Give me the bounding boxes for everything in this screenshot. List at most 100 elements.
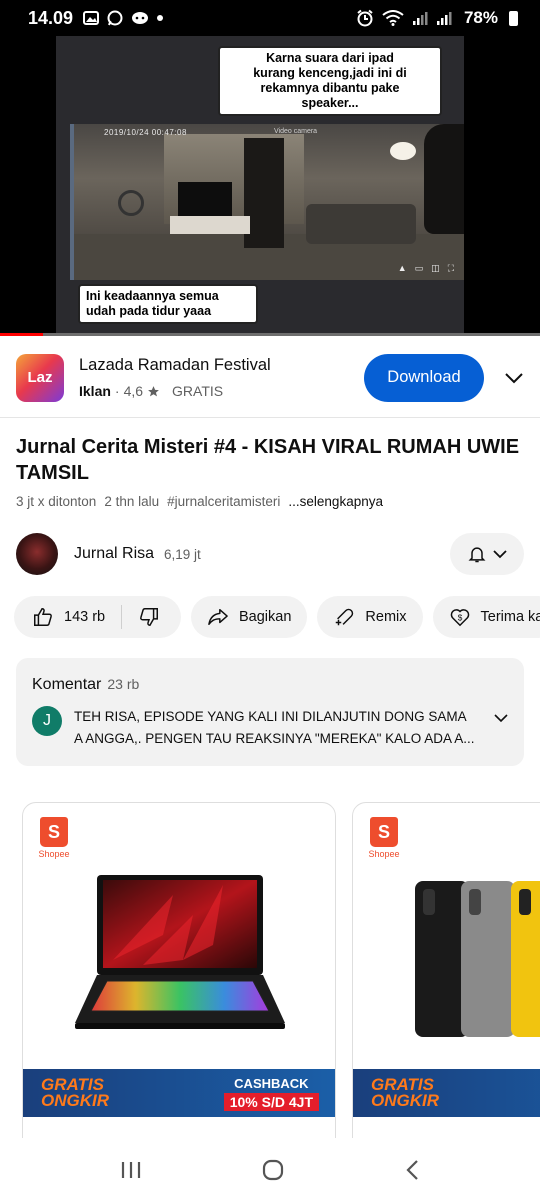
channel-name[interactable]: Jurnal Risa — [74, 545, 154, 563]
shopee-label: Shopee — [368, 849, 400, 859]
cctv-controls: ▲ ▭ ◫ ⛶ — [398, 263, 454, 274]
ad-expand-button[interactable] — [484, 372, 524, 384]
product-card[interactable]: S Shopee GRATIS ONGKIR CASHBACK 10% S/D … — [22, 802, 336, 1138]
remix-button[interactable]: Remix — [317, 596, 423, 638]
cctv-footage: 2019/10/24 00:47:08 Video camera ▲ ▭ ◫ ⛶ — [70, 124, 464, 280]
wifi-icon — [382, 10, 404, 26]
phone-image — [415, 881, 540, 1037]
cctv-ctrl-icon: ▭ — [414, 263, 424, 273]
like-dislike-group: 143 rb — [14, 596, 181, 638]
video-caption-top: Karna suara dari ipad kurang kenceng,jad… — [218, 46, 442, 116]
back-icon[interactable] — [404, 1159, 420, 1181]
svg-text:$: $ — [457, 614, 462, 623]
cloud-message-icon — [132, 12, 149, 24]
laptop-image — [75, 875, 285, 1029]
comments-count: 23 rb — [107, 676, 140, 692]
chevron-down-icon — [505, 372, 523, 383]
comment-line-1: TEH RISA, EPISODE YANG KALI INI DILANJUT… — [74, 709, 467, 724]
video-meta[interactable]: 3 jt x ditonton 2 thn lalu #jurnalcerita… — [16, 494, 383, 509]
ad-badge: Iklan — [79, 383, 111, 399]
video-caption-bottom: Ini keadaannya semua udah pada tidur yaa… — [78, 284, 258, 324]
commenter-avatar: J — [32, 706, 62, 736]
image-icon — [83, 11, 100, 25]
remix-label: Remix — [365, 609, 407, 625]
shopee-label: Shopee — [38, 849, 70, 859]
comments-label: Komentar — [32, 676, 102, 693]
cctv-camera-label: Video camera — [274, 128, 318, 135]
battery-percent: 78% — [463, 8, 498, 27]
battery-icon — [509, 10, 518, 26]
whatsapp-icon — [107, 10, 123, 26]
lazada-logo: Laz — [16, 353, 64, 402]
system-nav-bar — [0, 1140, 540, 1200]
status-notification-icons — [83, 10, 164, 26]
ad-title: Lazada Ramadan Festival — [79, 356, 271, 374]
action-bar: 143 rb Bagikan Remix $ Terima ka — [14, 596, 540, 638]
ad-info: Lazada Ramadan Festival Iklan · 4,6 GRAT… — [79, 356, 364, 399]
thumbs-down-icon[interactable] — [138, 606, 160, 628]
signal-icon — [412, 12, 428, 25]
like-count[interactable]: 143 rb — [64, 609, 105, 625]
video-progress-fill — [0, 333, 44, 336]
cctv-ctrl-icon: ⛶ — [447, 263, 454, 273]
cctv-ctrl-icon: ▲ — [397, 263, 407, 273]
video-frame[interactable]: 2019/10/24 00:47:08 Video camera ▲ ▭ ◫ ⛶… — [56, 36, 464, 336]
status-bar: 14.09 78% — [0, 0, 540, 36]
bell-icon — [468, 547, 486, 563]
status-time: 14.09 — [28, 7, 74, 28]
promo-banner: GRATIS ONGKIR CASHBACK 10% S/D 4JT — [23, 1069, 335, 1117]
recent-apps-icon[interactable] — [120, 1160, 142, 1180]
hashtag-link[interactable]: #jurnalceritamisteri — [167, 494, 280, 509]
show-more-link[interactable]: ...selengkapnya — [288, 494, 383, 509]
remix-icon — [336, 608, 354, 626]
notification-bell-button[interactable] — [450, 533, 524, 575]
view-count: 3 jt x ditonton — [16, 494, 97, 509]
alarm-icon — [357, 9, 373, 27]
ad-meta: Iklan · 4,6 GRATIS — [79, 383, 364, 399]
promo-banner: GRATIS ONGKIR — [353, 1069, 540, 1117]
channel-avatar[interactable] — [16, 533, 58, 575]
upload-age: 2 thn lalu — [104, 494, 160, 509]
thumbs-up-icon[interactable] — [32, 606, 54, 628]
heart-dollar-icon: $ — [450, 609, 469, 627]
video-progress-bar[interactable] — [0, 333, 540, 336]
ad-rating: 4,6 — [123, 383, 144, 399]
thanks-label: Terima ka — [480, 609, 540, 625]
ad-separator: · — [114, 383, 120, 399]
shopee-bag-icon: S — [370, 817, 398, 847]
free-shipping-text: GRATIS ONGKIR — [41, 1074, 109, 1110]
cashback-title: CASHBACK — [234, 1075, 309, 1091]
signal-icon-2 — [436, 12, 452, 25]
comments-header: Komentar 23 rb — [32, 676, 508, 694]
cashback-badge: CASHBACK 10% S/D 4JT — [223, 1075, 319, 1111]
chevron-down-icon — [493, 549, 507, 558]
comment-line-2: A ANGGA,. PENGEN TAU REAKSINYA "MEREKA" … — [74, 731, 475, 747]
product-card[interactable]: S Shopee GRATIS ONGKIR — [352, 802, 540, 1138]
ad-price: GRATIS — [172, 383, 224, 399]
share-label: Bagikan — [239, 609, 292, 625]
download-button[interactable]: Download — [364, 353, 484, 402]
video-title[interactable]: Jurnal Cerita Misteri #4 - KISAH VIRAL R… — [16, 434, 526, 486]
star-icon — [148, 385, 159, 396]
share-button[interactable]: Bagikan — [191, 596, 308, 638]
subscriber-count: 6,19 jt — [164, 546, 201, 562]
free-shipping-text: GRATIS ONGKIR — [371, 1074, 439, 1110]
shopee-logo: S Shopee — [367, 817, 401, 859]
cctv-ctrl-icon: ◫ — [431, 263, 440, 273]
shopee-bag-icon: S — [40, 817, 68, 847]
channel-row: Jurnal Risa 6,19 jt — [16, 532, 524, 576]
share-icon — [208, 609, 228, 625]
comment-text: TEH RISA, EPISODE YANG KALI INI DILANJUT… — [74, 706, 484, 751]
video-player[interactable]: 2019/10/24 00:47:08 Video camera ▲ ▭ ◫ ⛶… — [0, 36, 540, 336]
comments-section[interactable]: Komentar 23 rb J TEH RISA, EPISODE YANG … — [16, 658, 524, 766]
product-carousel[interactable]: S Shopee GRATIS ONGKIR CASHBACK 10% S/D … — [22, 802, 540, 1138]
chevron-down-icon[interactable] — [494, 714, 508, 723]
comment-preview[interactable]: J TEH RISA, EPISODE YANG KALI INI DILANJ… — [32, 706, 508, 751]
shopee-logo: S Shopee — [37, 817, 71, 859]
status-system-icons: 78% — [356, 8, 518, 28]
ad-banner[interactable]: Laz Lazada Ramadan Festival Iklan · 4,6 … — [0, 338, 540, 418]
cashback-value: 10% S/D 4JT — [223, 1092, 319, 1111]
home-icon[interactable] — [261, 1158, 285, 1182]
dot-icon — [157, 15, 164, 21]
thanks-button[interactable]: $ Terima ka — [432, 596, 540, 638]
